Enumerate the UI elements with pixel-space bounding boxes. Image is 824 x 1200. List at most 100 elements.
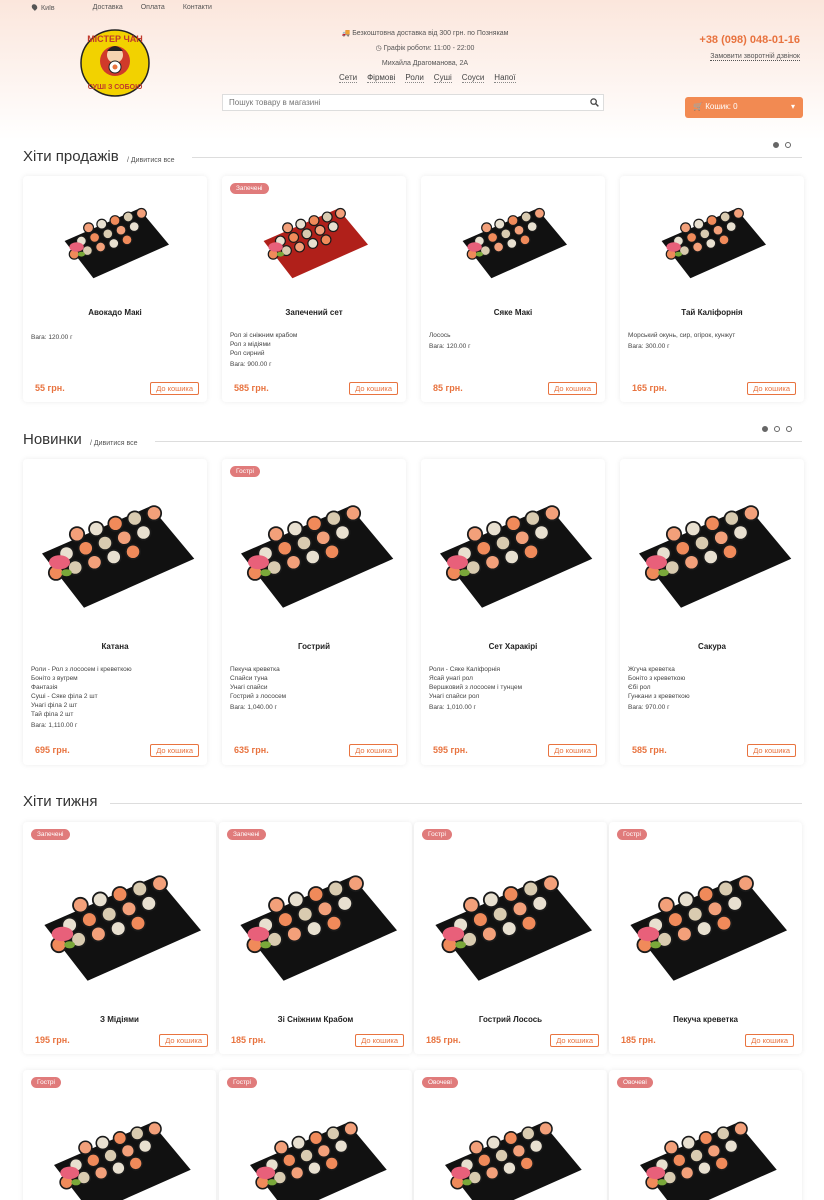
product-card[interactable]: Сакура Жгуча креветка Боніто з креветкою Єб…: [620, 459, 804, 765]
product-image[interactable]: [652, 196, 772, 286]
product-name[interactable]: Гострий: [222, 642, 406, 651]
product-name[interactable]: Сакура: [620, 642, 804, 651]
product-description: Лосось Вага: 120.00 г: [429, 331, 597, 351]
product-name[interactable]: Тай Каліфорнія: [620, 308, 804, 317]
product-card[interactable]: Запечені Запечений сет Рол зі сніжним краб…: [222, 176, 406, 402]
product-image[interactable]: [30, 840, 210, 1010]
product-image[interactable]: [426, 471, 601, 636]
product-image[interactable]: [55, 196, 175, 286]
add-to-cart-button[interactable]: До кошика: [150, 382, 199, 395]
add-to-cart-button[interactable]: До кошика: [355, 1034, 404, 1047]
product-card[interactable]: Сет Харакірі Роли - Сяке Каліфорнія Ясай у…: [421, 459, 605, 765]
menu-rolls[interactable]: Роли: [405, 73, 424, 83]
product-price: 695 грн.: [35, 745, 70, 755]
carousel-dot[interactable]: [786, 426, 792, 432]
product-image[interactable]: [616, 1110, 796, 1200]
product-image-wrap: [23, 471, 207, 636]
description-line: Вага: 120.00 г: [429, 343, 471, 350]
see-all-bestsellers[interactable]: / Дивитися все: [127, 157, 175, 164]
add-to-cart-button[interactable]: До кошика: [349, 382, 398, 395]
see-all-label: Дивитися все: [93, 440, 138, 447]
menu-drinks[interactable]: Напої: [494, 73, 516, 83]
menu-sushi[interactable]: Суші: [433, 73, 452, 83]
product-card[interactable]: Овочеві: [414, 1070, 607, 1200]
product-card[interactable]: Гострі Гострий Пекуча креветка Спайси туна У…: [222, 459, 406, 765]
product-image[interactable]: [421, 840, 601, 1010]
search-input[interactable]: [222, 94, 604, 111]
product-image-wrap: [23, 196, 207, 286]
product-card[interactable]: Овочеві: [609, 1070, 802, 1200]
add-to-cart-button[interactable]: До кошика: [150, 744, 199, 757]
see-all-new[interactable]: / Дивитися все: [90, 440, 138, 447]
description-line: Боніто з креветкою: [628, 675, 686, 682]
product-name[interactable]: Запечений сет: [222, 308, 406, 317]
product-name[interactable]: Сет Харакірі: [421, 642, 605, 651]
top-links: Київ Доставка Оплата Контакти: [30, 3, 212, 12]
description-line: Вага: 1,010.00 г: [429, 704, 476, 711]
product-image[interactable]: [227, 471, 402, 636]
product-image-wrap: [421, 196, 605, 286]
menu-sets[interactable]: Сети: [339, 73, 358, 83]
product-image[interactable]: [30, 1110, 210, 1200]
add-to-cart-button[interactable]: До кошика: [550, 1034, 599, 1047]
product-image-wrap: [219, 1110, 412, 1200]
add-to-cart-button[interactable]: До кошика: [159, 1034, 208, 1047]
product-card[interactable]: Гострі: [23, 1070, 216, 1200]
product-card[interactable]: Гострі Пекуча креветка 185 грн. До кошика: [609, 822, 802, 1054]
product-badge: Овочеві: [422, 1077, 458, 1088]
product-image[interactable]: [453, 196, 573, 286]
product-description: Роли - Рол з лососем і креветкою Боніто з…: [31, 665, 199, 730]
add-to-cart-button[interactable]: До кошика: [548, 744, 597, 757]
callback-link[interactable]: Замовити зворотній дзвінок: [710, 53, 800, 61]
carousel-dot[interactable]: [762, 426, 768, 432]
product-image[interactable]: [226, 840, 406, 1010]
product-image[interactable]: [625, 471, 800, 636]
product-card[interactable]: Тай Каліфорнія Морський окунь, сир, огіро…: [620, 176, 804, 402]
product-card[interactable]: Гострі Гострий Лосось 185 грн. До кошика: [414, 822, 607, 1054]
cart-button[interactable]: 🛒 Кошик: 0 ▾: [685, 97, 803, 118]
product-name[interactable]: Гострий Лосось: [414, 1015, 607, 1024]
menu-sauces[interactable]: Соуси: [461, 73, 485, 83]
add-to-cart-button[interactable]: До кошика: [548, 382, 597, 395]
menu-signature[interactable]: Фірмові: [367, 73, 396, 83]
add-to-cart-button[interactable]: До кошика: [747, 382, 796, 395]
search-icon[interactable]: [590, 98, 599, 107]
product-card[interactable]: Сяке Макі Лосось Вага: 120.00 г 85 грн. До к…: [421, 176, 605, 402]
carousel-dots: [762, 426, 792, 432]
product-card[interactable]: Авокадо Макі Вага: 120.00 г 55 грн. До коши…: [23, 176, 207, 402]
link-delivery[interactable]: Доставка: [93, 4, 123, 12]
add-to-cart-button[interactable]: До кошика: [747, 744, 796, 757]
description-line: Фантазія: [31, 684, 58, 691]
logo[interactable]: МІСТЕР ЧАН СУШІ З СОБОЮ: [80, 29, 150, 97]
add-to-cart-button[interactable]: До кошика: [349, 744, 398, 757]
product-image[interactable]: [616, 840, 796, 1010]
product-name[interactable]: Зі Сніжним Крабом: [219, 1015, 412, 1024]
product-name[interactable]: Авокадо Макі: [23, 308, 207, 317]
cart-label-wrap: 🛒 Кошик: 0: [693, 102, 738, 113]
product-card[interactable]: Катана Роли - Рол з лососем і креветкою Бо…: [23, 459, 207, 765]
product-name[interactable]: Пекуча креветка: [609, 1015, 802, 1024]
add-to-cart-button[interactable]: До кошика: [745, 1034, 794, 1047]
product-price: 585 грн.: [632, 745, 667, 755]
product-image[interactable]: [254, 196, 374, 286]
description-line: Роли - Сяке Каліфорнія: [429, 666, 501, 673]
product-name[interactable]: Катана: [23, 642, 207, 651]
link-contacts[interactable]: Контакти: [183, 4, 212, 12]
product-card[interactable]: Гострі: [219, 1070, 412, 1200]
product-card[interactable]: Запечені З Мідіями 195 грн. До кошика: [23, 822, 216, 1054]
carousel-dot[interactable]: [774, 426, 780, 432]
carousel-dot[interactable]: [785, 142, 791, 148]
product-name[interactable]: Сяке Макі: [421, 308, 605, 317]
product-image[interactable]: [28, 471, 203, 636]
working-hours: ◷ Графік роботи: 11:00 - 22:00: [300, 44, 550, 52]
product-image-wrap: [421, 471, 605, 636]
product-card[interactable]: Запечені Зі Сніжним Крабом 185 грн. До коши…: [219, 822, 412, 1054]
phone-number[interactable]: +38 (098) 048-01-16: [699, 34, 800, 46]
link-payment[interactable]: Оплата: [141, 4, 165, 12]
carousel-dot[interactable]: [773, 142, 779, 148]
product-name[interactable]: З Мідіями: [23, 1015, 216, 1024]
city-selector[interactable]: Київ: [30, 3, 55, 12]
product-description: Морський окунь, сир, огірок, кунжут Вага:…: [628, 331, 796, 351]
product-image[interactable]: [226, 1110, 406, 1200]
product-image[interactable]: [421, 1110, 601, 1200]
